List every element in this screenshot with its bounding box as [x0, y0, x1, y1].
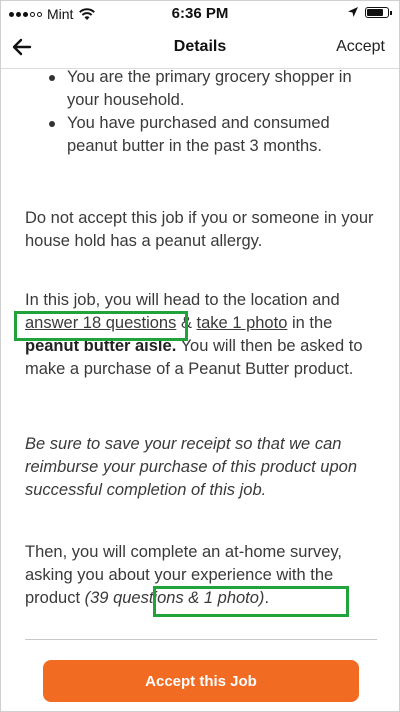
allergy-notice: Do not accept this job if you or someone… [25, 209, 374, 250]
accept-nav-button[interactable]: Accept [336, 38, 385, 56]
requirements-list: You are the primary grocery shopper in y… [25, 66, 377, 158]
job-details-content: You are the primary grocery shopper in y… [1, 66, 399, 629]
status-right [347, 6, 392, 18]
in-the-text: in the [287, 314, 333, 332]
receipt-note: Be sure to save your receipt so that we … [25, 435, 358, 499]
requirement-item: You are the primary grocery shopper in y… [25, 66, 377, 112]
phone-screen: Mint 6:36 PM Details Accept You are the … [0, 0, 400, 712]
description-intro: In this job, you will head to the locati… [25, 291, 340, 309]
battery-icon [365, 6, 392, 18]
status-time: 6:36 PM [171, 5, 229, 22]
aisle-text: peanut butter aisle. [25, 337, 177, 355]
questions-link[interactable]: answer 18 questions [25, 314, 176, 332]
location-arrow-icon [348, 7, 358, 17]
photo-link[interactable]: take 1 photo [197, 314, 288, 332]
nav-bar: Details Accept [1, 27, 399, 69]
survey-end: . [264, 589, 270, 607]
survey-detail: (39 questions & 1 photo) [84, 589, 265, 607]
job-description: In this job, you will head to the locati… [25, 289, 377, 381]
survey-text: Then, you will complete an at-home surve… [25, 541, 377, 610]
divider [25, 639, 377, 640]
status-bar: Mint 6:36 PM [1, 1, 399, 27]
requirement-item: You have purchased and consumed peanut b… [25, 112, 377, 158]
connector-text: & [176, 314, 197, 332]
accept-job-button[interactable]: Accept this Job [43, 660, 359, 702]
